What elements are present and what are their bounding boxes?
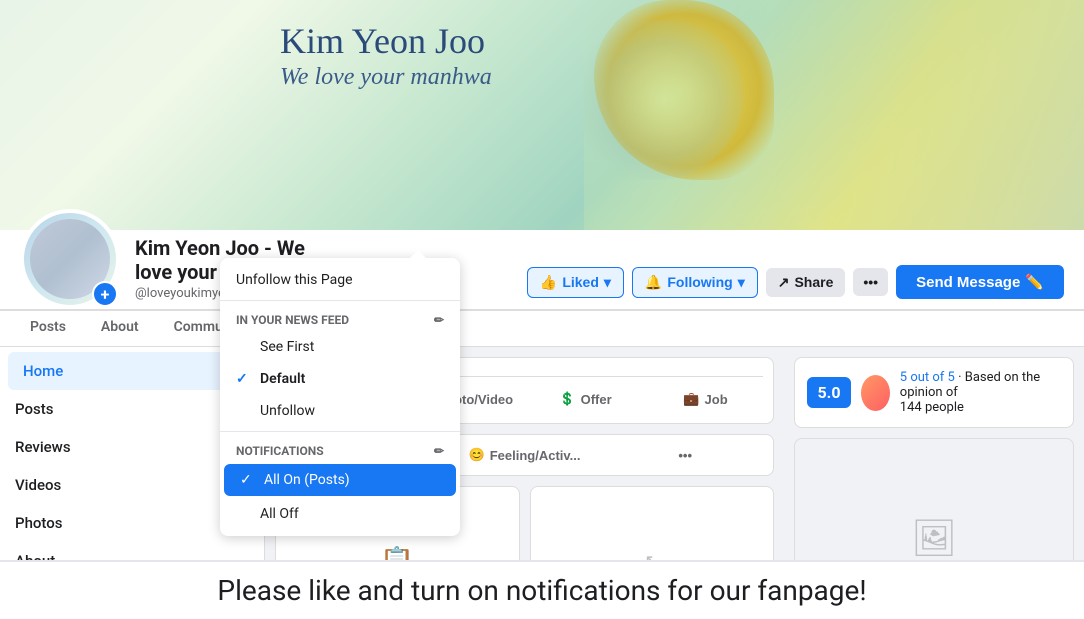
rating-badge: 5.0 — [807, 377, 851, 408]
send-message-button[interactable]: Send Message ✏️ — [896, 265, 1064, 299]
default-item[interactable]: ✓ Default — [220, 363, 460, 395]
right-panel: 5.0 5 out of 5 · Based on the opinion of… — [784, 347, 1084, 560]
chevron-down-icon: ▾ — [604, 274, 611, 291]
nav-tabs: Posts About Community Videos Photos — [0, 310, 1084, 346]
cover-title: Kim Yeon Joo We love your manhwa — [280, 20, 492, 92]
edit-notifications-icon[interactable]: ✏ — [434, 444, 444, 458]
thumbs-up-icon: 👍 — [540, 274, 557, 291]
rating-row: 5.0 5 out of 5 · Based on the opinion of… — [807, 370, 1061, 415]
job-icon: 💼 — [683, 391, 699, 407]
share-button[interactable]: ↗ Share — [766, 268, 846, 297]
unfollow-page-item[interactable]: Unfollow this Page — [220, 264, 460, 296]
dropdown-menu: Unfollow this Page IN YOUR NEWS FEED ✏ S… — [220, 258, 460, 536]
feeling-button[interactable]: 😊 Feeling/Activ... — [447, 441, 603, 469]
tab-posts[interactable]: Posts — [15, 311, 81, 346]
offer-icon: 💲 — [559, 391, 575, 407]
dropdown-arrow — [410, 250, 426, 258]
save-icon: 📋 — [380, 545, 415, 561]
profile-section: + Kim Yeon Joo - Welove your manhwa @lov… — [0, 230, 1084, 310]
liked-button[interactable]: 👍 Liked ▾ — [527, 267, 624, 298]
profile-picture-wrapper: + — [20, 209, 120, 309]
add-photo-button[interactable]: + — [92, 281, 118, 307]
tab-about-nav[interactable]: About — [86, 311, 154, 346]
job-button[interactable]: 💼 Job — [648, 385, 763, 413]
following-bell-icon: 🔔 — [645, 274, 662, 291]
home-label: Home — [23, 362, 63, 380]
following-button[interactable]: 🔔 Following ▾ — [632, 267, 758, 298]
image-placeholder-icon: 🖼 — [911, 517, 957, 559]
more-composer-button[interactable]: ••• — [607, 442, 763, 469]
see-first-item[interactable]: See First — [220, 331, 460, 363]
all-off-item[interactable]: All Off — [220, 498, 460, 530]
bottom-banner: Please like and turn on notifications fo… — [0, 560, 1084, 619]
sidebar-item-about[interactable]: About — [0, 542, 264, 560]
cover-art-decoration — [584, 0, 1084, 230]
action-buttons: 👍 Liked ▾ 🔔 Following ▾ ↗ Share ••• Send… — [527, 265, 1064, 309]
following-dropdown: Unfollow this Page IN YOUR NEWS FEED ✏ S… — [220, 258, 460, 536]
pencil-icon-msg: ✏️ — [1025, 273, 1044, 291]
dropdown-divider-1 — [220, 300, 460, 301]
sidebar-item-home[interactable]: Home — [8, 352, 256, 390]
feeling-icon: 😊 — [469, 447, 485, 463]
dropdown-divider-2 — [220, 431, 460, 432]
share-icon: ↗ — [778, 274, 790, 291]
chevron-down-icon-following: ▾ — [738, 274, 745, 291]
notifications-section-label: NOTIFICATIONS ✏ — [220, 436, 460, 462]
more-button[interactable]: ••• — [853, 268, 888, 296]
cursor-icon: ↖ — [644, 551, 659, 561]
main-content: Home Posts Reviews Videos Photos About C… — [0, 347, 1084, 560]
news-feed-section-label: IN YOUR NEWS FEED ✏ — [220, 305, 460, 331]
cover-photo: Kim Yeon Joo We love your manhwa — [0, 0, 1084, 230]
photo-area: 🖼 — [794, 438, 1074, 560]
rating-text: 5 out of 5 · Based on the opinion of 144… — [900, 370, 1061, 415]
rating-avatar — [861, 375, 890, 411]
unfollow-item[interactable]: Unfollow — [220, 395, 460, 427]
post-card-2: ↖ — [530, 486, 775, 560]
edit-news-feed-icon[interactable]: ✏ — [434, 313, 444, 327]
offer-button[interactable]: 💲 Offer — [528, 385, 643, 413]
rating-card: 5.0 5 out of 5 · Based on the opinion of… — [794, 357, 1074, 428]
all-on-posts-item[interactable]: ✓ All On (Posts) — [224, 464, 456, 496]
